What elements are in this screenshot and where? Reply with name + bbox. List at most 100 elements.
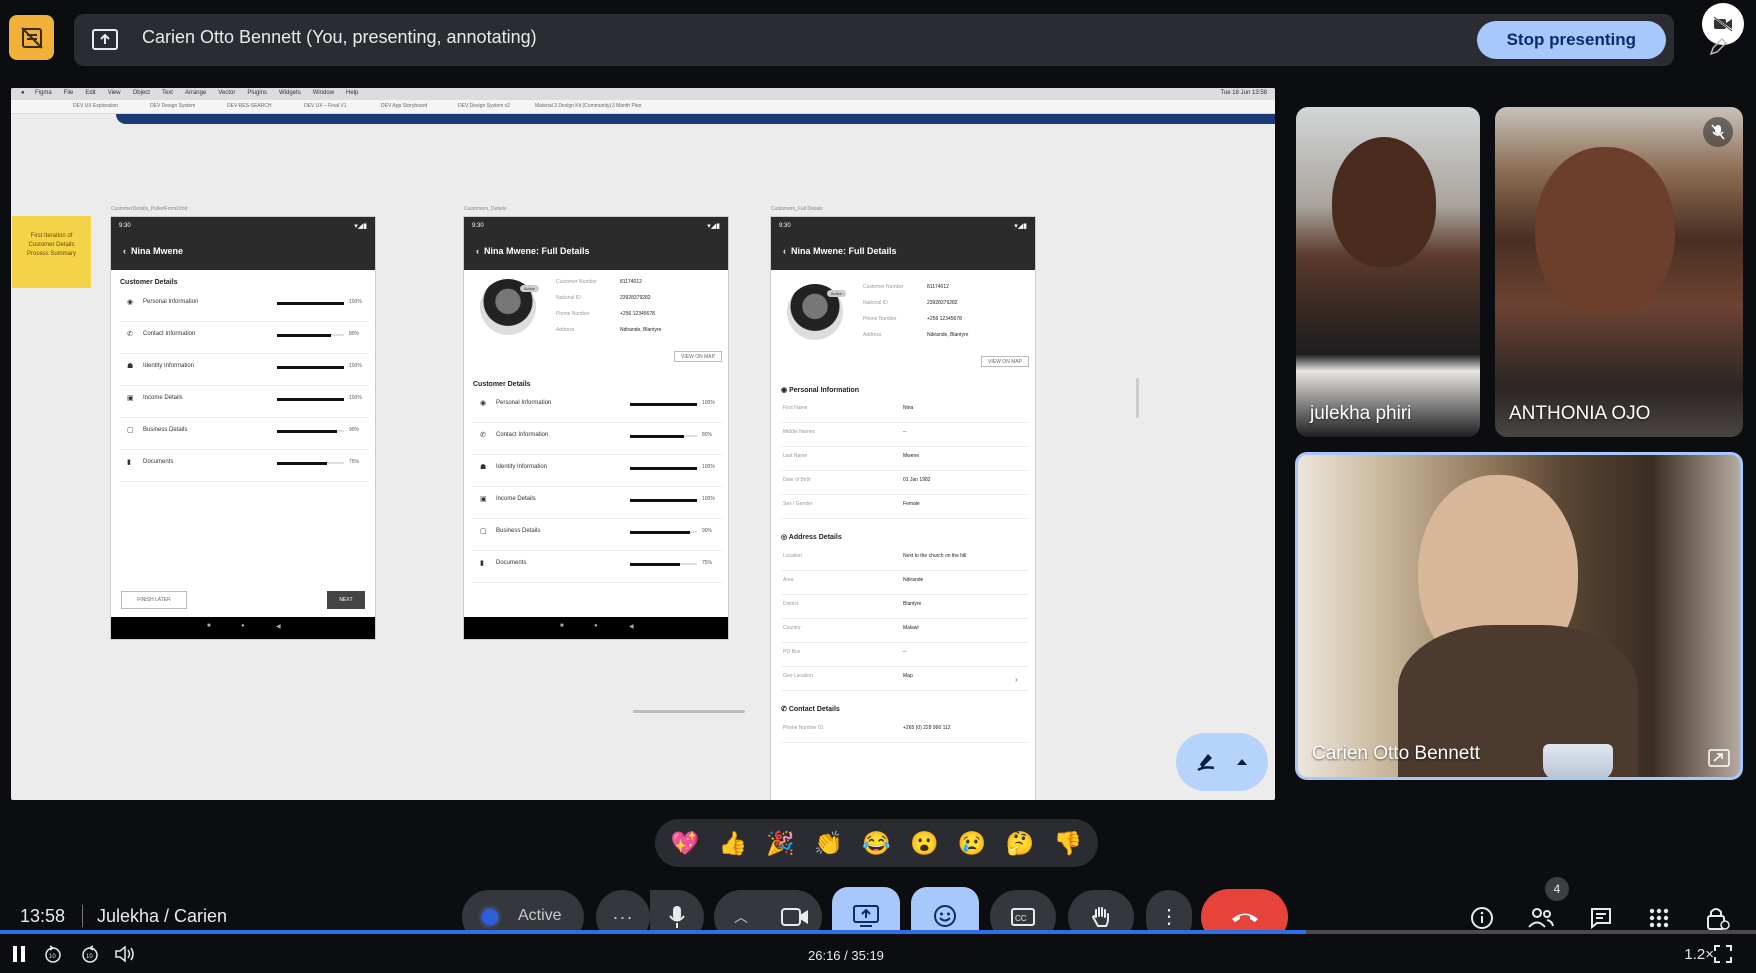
progress-item[interactable]: ☗ Identity Information 100% [119, 357, 369, 386]
progress-item[interactable]: ✆ Contact Information 80% [119, 325, 369, 354]
progress-item[interactable]: ▢ Business Details 90% [119, 421, 369, 450]
phone-frame-details: 9:30 ▾◢▮ ‹ Nina Mwene: Full Details Acti… [463, 216, 729, 640]
mac-menu-item[interactable]: View [108, 90, 121, 96]
mac-menu-item[interactable]: Edit [85, 90, 95, 96]
reaction-emoji[interactable]: 👏 [807, 830, 851, 857]
presenting-bar: Carien Otto Bennett (You, presenting, an… [74, 14, 1674, 66]
progress-percent: 100% [349, 363, 362, 369]
active-indicator-icon [482, 909, 498, 925]
mac-menu-item[interactable]: Figma [35, 90, 52, 96]
pause-button[interactable] [8, 943, 30, 965]
banner-strip [116, 114, 1275, 124]
progress-item[interactable]: ◉ Personal Information 100% [472, 394, 722, 423]
progress-item[interactable]: ◉ Personal Information 100% [119, 293, 369, 322]
reaction-emoji[interactable]: 👎 [1046, 830, 1090, 857]
mac-menu-item[interactable]: Text [162, 90, 173, 96]
detail-key: First Name [783, 405, 808, 411]
horizontal-scrollbar[interactable] [633, 710, 745, 713]
item-label: Business Details [143, 427, 188, 433]
annotate-pen-icon[interactable] [1698, 30, 1738, 64]
rewind-10-button[interactable]: 10 [42, 943, 64, 965]
figma-tab[interactable]: DEV UX Exploration [73, 103, 118, 112]
detail-row: District Blantyre [781, 597, 1029, 621]
expand-tile-icon[interactable] [1708, 749, 1730, 767]
item-label: Contact Information [143, 331, 196, 337]
mac-menu-item[interactable]: Help [346, 90, 358, 96]
reaction-emoji[interactable]: 😢 [950, 830, 994, 857]
info-value: Ndirande, Blantyre [927, 332, 969, 338]
reaction-emoji[interactable]: 🎉 [759, 830, 803, 857]
meeting-name: Julekha / Carien [97, 906, 228, 926]
participant-tile-anthonia[interactable]: ANTHONIA OJO [1495, 107, 1743, 437]
progress-track [630, 530, 697, 534]
chevron-right-icon[interactable]: › [1015, 675, 1018, 684]
info-value: 81174012 [927, 284, 949, 290]
progress-item[interactable]: ▢ Business Details 90% [472, 522, 722, 551]
figma-tab[interactable]: DEV UX – Final V1 [304, 103, 347, 112]
participant-tile-carien[interactable]: Carien Otto Bennett [1295, 452, 1743, 780]
divider [472, 518, 722, 519]
frame-label: Customers_Full Details [771, 206, 823, 212]
reaction-emoji[interactable]: 😮 [902, 830, 946, 857]
volume-button[interactable] [114, 943, 136, 965]
section-title: ◉ Personal Information [781, 387, 860, 394]
figma-tab[interactable]: DEV Design System [150, 103, 195, 112]
reaction-emoji[interactable]: 🤔 [998, 830, 1042, 857]
participant-tile-julekha[interactable]: julekha phiri [1296, 107, 1480, 437]
figma-tab[interactable]: DEV-RES-SEARCH [227, 103, 271, 112]
detail-value: 01 Jan 1982 [903, 477, 931, 483]
progress-item[interactable]: ▮ Documents 75% [472, 554, 722, 583]
forward-icon: 10 [82, 945, 98, 963]
fullscreen-button[interactable] [1712, 943, 1734, 965]
progress-fill [630, 466, 697, 470]
progress-percent: 100% [349, 395, 362, 401]
item-icon: ▮ [127, 459, 131, 466]
item-label: Income Details [143, 395, 183, 401]
progress-track [630, 434, 697, 438]
active-label: Active [518, 907, 562, 924]
forward-10-button[interactable]: 10 [79, 943, 101, 965]
stop-presenting-button[interactable]: Stop presenting [1476, 21, 1666, 59]
next-button[interactable]: NEXT [327, 591, 365, 609]
mac-menu-bar: ● Figma File Edit View Object Text Arrange Vect… [11, 88, 1275, 100]
notes-button[interactable] [9, 15, 54, 60]
item-icon: ✆ [480, 432, 486, 439]
view-on-map-button[interactable]: VIEW ON MAP [981, 356, 1029, 367]
figma-tab[interactable]: Material 3 Design Kit (Community) [535, 103, 611, 112]
volume-icon [115, 945, 134, 963]
view-on-map-button[interactable]: VIEW ON MAP [674, 351, 722, 362]
mac-menu-item[interactable]: Plugins [247, 90, 267, 96]
detail-key: PO Box [783, 649, 801, 655]
participant-name: julekha phiri [1310, 403, 1412, 424]
mac-menu-item[interactable]: Object [133, 90, 150, 96]
progress-fill [630, 402, 697, 406]
item-icon: ▢ [127, 427, 134, 434]
playback-speed[interactable]: 1.2× [1684, 946, 1714, 963]
figma-tab[interactable]: 3 Month Plan [612, 103, 641, 112]
reaction-emoji[interactable]: 👍 [711, 830, 755, 857]
mac-menu-item[interactable]: File [64, 90, 74, 96]
reaction-emoji[interactable]: 😂 [854, 830, 898, 857]
progress-item[interactable]: ✆ Contact Information 80% [472, 426, 722, 455]
progress-item[interactable]: ▣ Income Details 100% [472, 490, 722, 519]
section-title: Customer Details [473, 381, 531, 388]
mac-menu-item[interactable]: Vector [218, 90, 235, 96]
vertical-scrollbar[interactable] [1136, 378, 1139, 418]
mac-menu-item[interactable]: Widgets [279, 90, 301, 96]
figma-tab[interactable]: DEV Design System v2 [458, 103, 510, 112]
progress-item[interactable]: ☗ Identity Information 100% [472, 458, 722, 487]
mac-menu-item[interactable]: Arrange [185, 90, 206, 96]
mac-menu-item[interactable]: Window [313, 90, 334, 96]
progress-percent: 80% [349, 331, 360, 337]
reaction-emoji[interactable]: 💖 [663, 830, 707, 857]
frame-title: ‹ Nina Mwene: Full Details [476, 246, 590, 256]
item-label: Documents [496, 560, 527, 566]
progress-item[interactable]: ▣ Income Details 100% [119, 389, 369, 418]
hand-icon [1091, 907, 1109, 927]
progress-item[interactable]: ▮ Documents 75% [119, 453, 369, 482]
figma-tab[interactable]: DEV App Storyboard [381, 103, 427, 112]
finish-later-button[interactable]: FINISH LATER [121, 591, 187, 609]
item-icon: ▢ [480, 528, 487, 535]
annotation-toolbar-button[interactable] [1176, 733, 1268, 791]
detail-row: Sex / Gender Female [781, 497, 1029, 521]
